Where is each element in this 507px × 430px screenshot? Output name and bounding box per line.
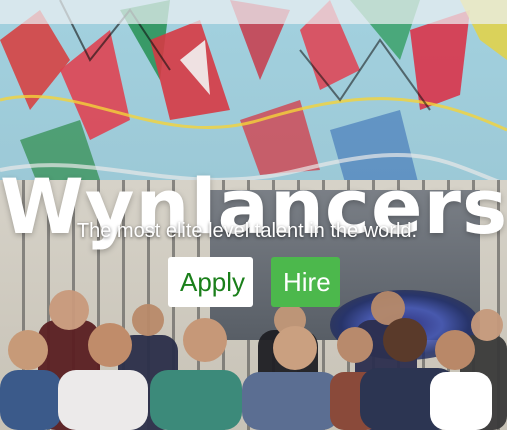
apply-button[interactable]: Apply [168, 257, 253, 307]
hero-tagline: The most elite level talent in the world… [76, 220, 418, 242]
top-translucent-bar [0, 0, 507, 24]
hire-button[interactable]: Hire [271, 257, 340, 307]
hero-actions: Apply Hire [168, 257, 340, 307]
